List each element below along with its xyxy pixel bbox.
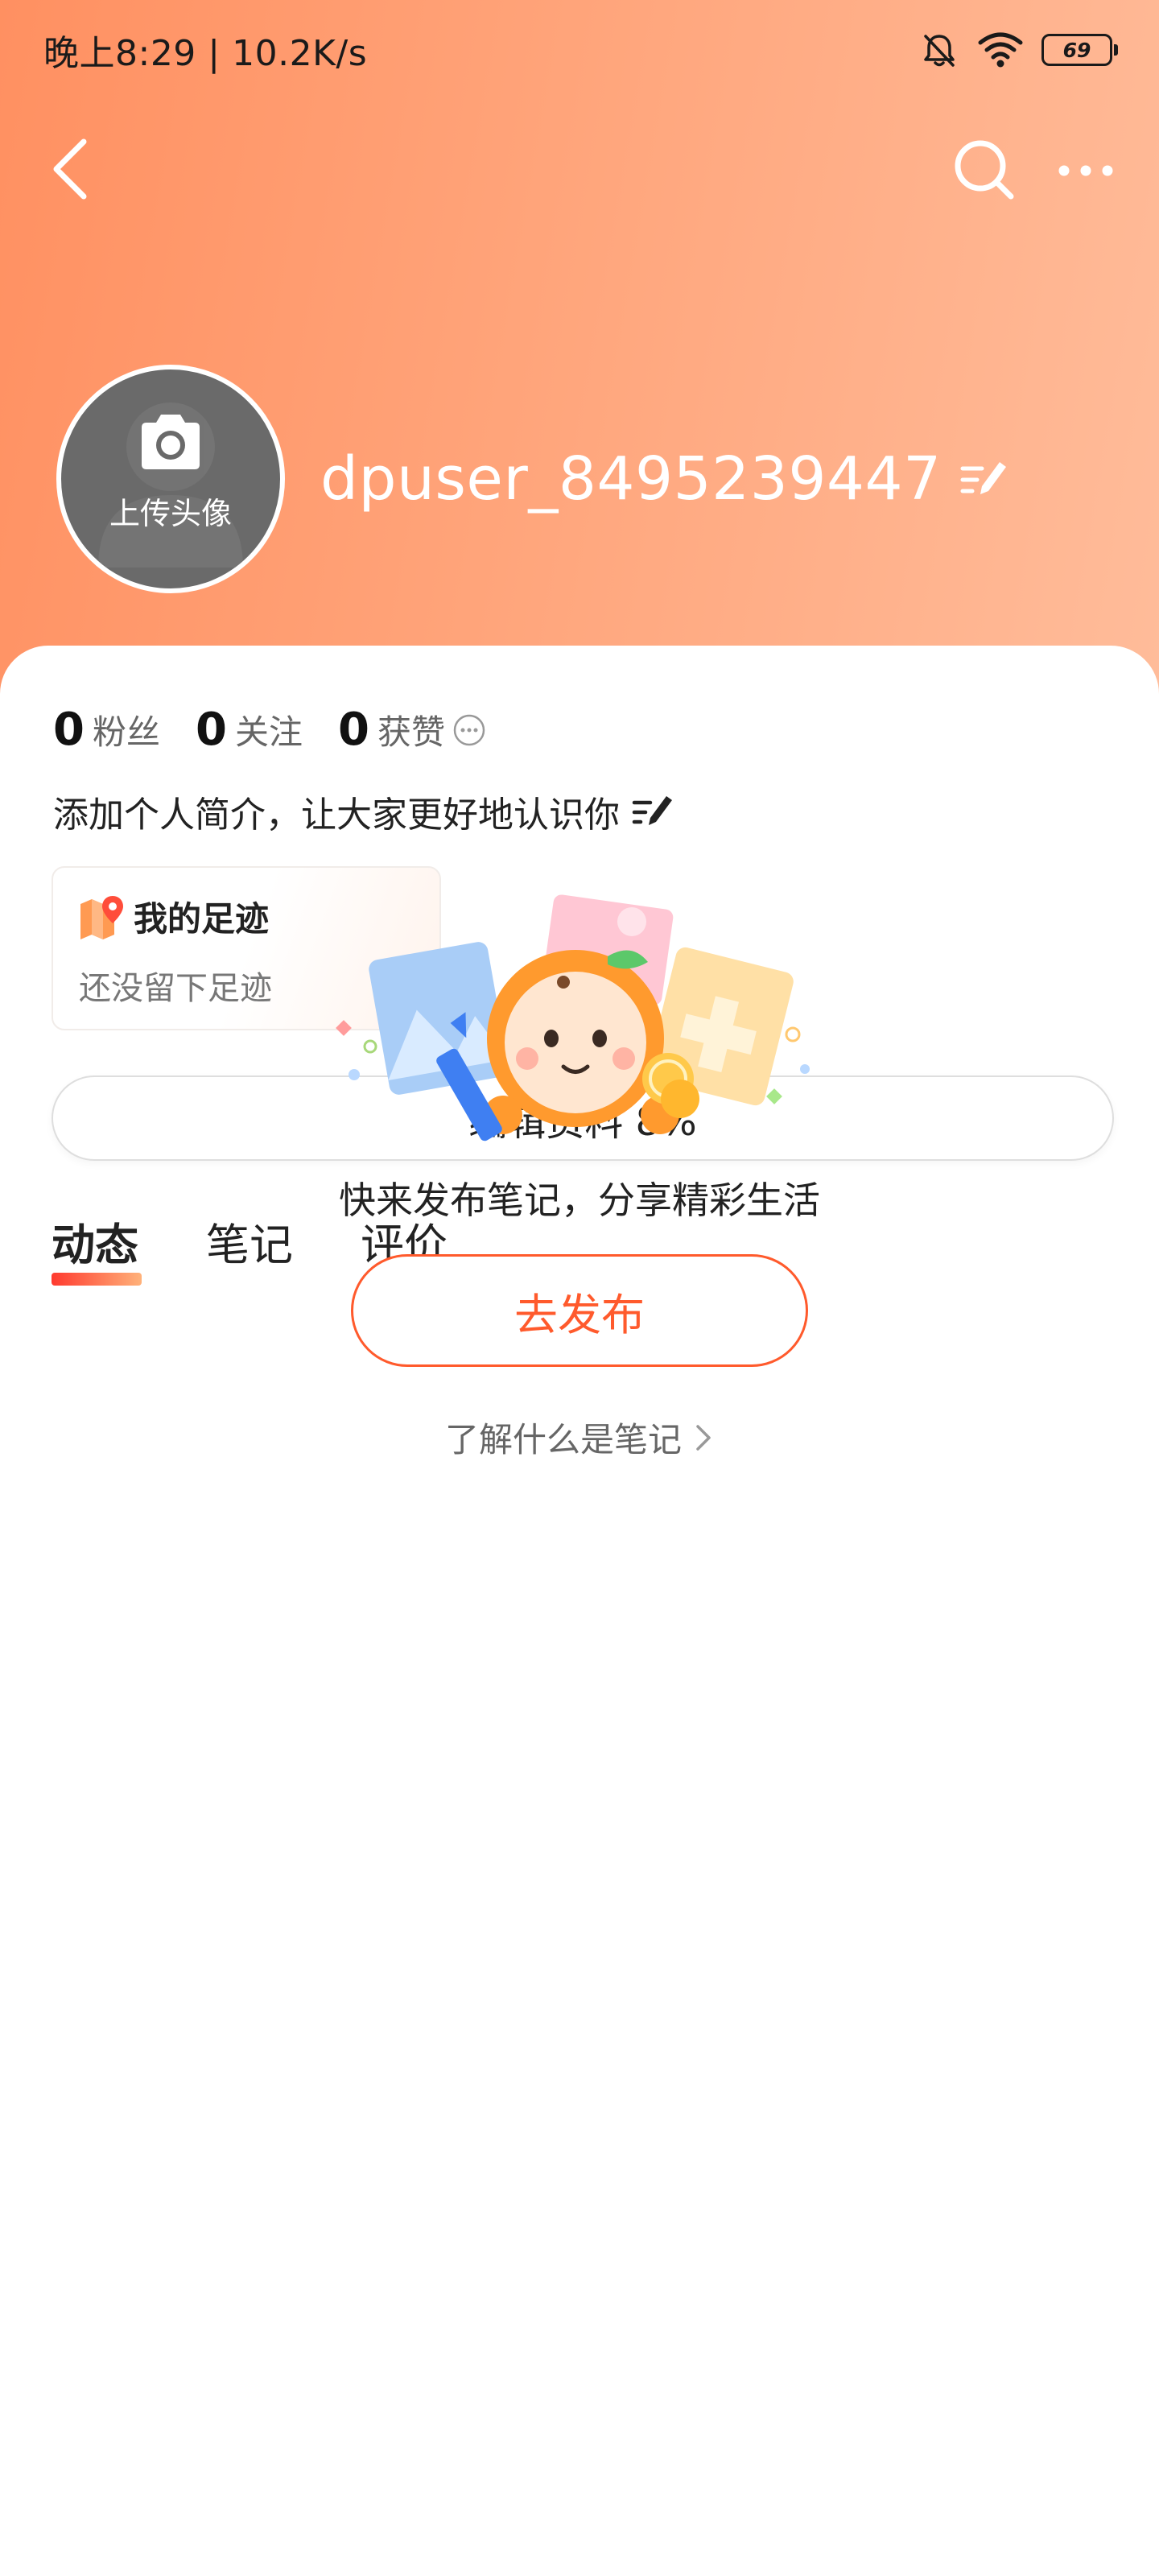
stat-label: 关注 [234,712,303,752]
stat-following[interactable]: 0 关注 [196,704,303,756]
username: dpuser_8495239447 [320,444,942,514]
stat-value: 0 [337,704,369,756]
learn-notes-link[interactable]: 了解什么是笔记 [0,1413,1159,1462]
chevron-left-icon [53,138,87,200]
stat-likes[interactable]: 0 获赞 [338,704,487,756]
username-row: dpuser_8495239447 [320,444,1008,514]
stat-followers[interactable]: 0 粉丝 [53,704,160,756]
empty-notes-illustration [336,894,810,1141]
battery-level: 69 [1062,38,1091,62]
edit-bio-icon [632,796,672,825]
status-icons: 69 [919,30,1118,70]
nav-bar [0,121,1159,217]
camera-icon [142,414,200,469]
more-button[interactable] [1054,147,1117,195]
map-pin-icon [80,895,123,939]
chevron-right-icon [696,1424,711,1451]
active-tab-indicator [52,1273,142,1286]
more-horizontal-icon [1058,165,1113,176]
avatar-upload[interactable]: 上传头像 [56,365,285,593]
back-button[interactable] [47,135,95,203]
stat-label: 粉丝 [92,712,160,752]
search-button[interactable] [950,135,1019,204]
footprint-title: 我的足迹 [134,899,270,939]
stat-value: 0 [195,704,227,756]
avatar-upload-label: 上传头像 [109,495,232,531]
bio-text: 添加个人简介，让大家更好地认识你 [53,795,620,836]
search-icon [955,140,1014,200]
status-time-speed: 晚上8:29 | 10.2K/s [43,33,368,74]
empty-message: 快来发布笔记，分享精彩生活 [339,1179,820,1222]
publish-button[interactable]: 去发布 [351,1254,808,1367]
wifi-icon [978,32,1023,68]
tab-label: 动态 [52,1220,138,1270]
learn-notes-label: 了解什么是笔记 [444,1420,682,1459]
battery-icon: 69 [1041,34,1118,66]
bell-off-icon [924,35,955,67]
tab-label: 笔记 [206,1220,293,1270]
more-info-icon[interactable] [452,712,487,748]
bio-row[interactable]: 添加个人简介，让大家更好地认识你 [53,786,674,837]
stat-label: 获赞 [377,712,445,752]
edit-name-icon[interactable] [959,457,1008,501]
stats-row: 0 粉丝 0 关注 0 获赞 [53,704,522,756]
profile-header: 上传头像 dpuser_8495239447 [56,362,1008,596]
status-bar: 晚上8:29 | 10.2K/s 69 [0,0,1159,100]
stat-value: 0 [53,704,85,756]
header-background [0,0,1159,708]
